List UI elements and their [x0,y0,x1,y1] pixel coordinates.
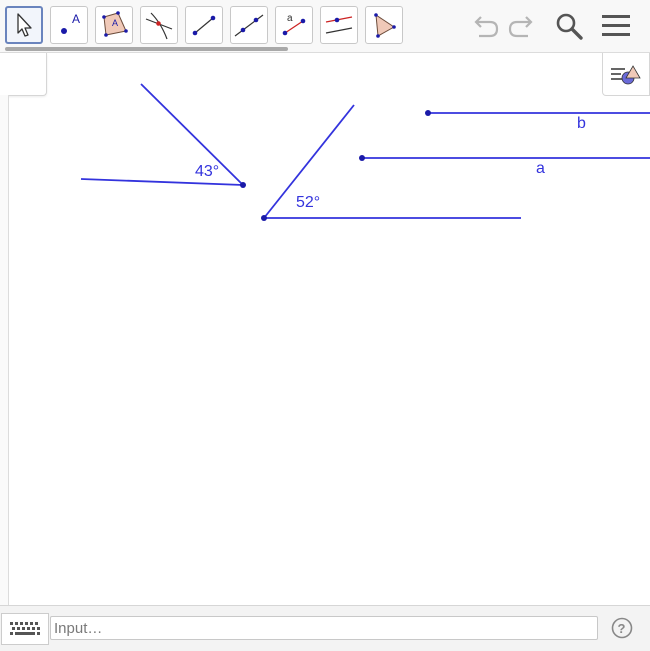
angle-43-label: 43° [195,163,219,180]
line-icon [234,14,264,37]
parallel-line-icon [325,16,353,34]
polygon-icon: A [102,11,128,37]
redo-button[interactable] [506,10,538,42]
menu-button[interactable] [600,10,632,42]
polygon-tool[interactable]: A [95,6,133,44]
segment-b-endpoint[interactable] [425,110,431,116]
graphics-view[interactable]: 43° 52° b a [0,53,650,605]
undo-icon [474,16,499,38]
angle-52-vertex[interactable] [261,215,267,221]
triangle-tool[interactable] [365,6,403,44]
menu-icon [602,15,630,36]
input-placeholder: Input… [54,620,103,637]
intersect-icon [145,12,173,40]
segment-label-icon-label: a [287,13,293,24]
point-icon-label: A [72,12,80,26]
angle-43-ray-1[interactable] [140,83,244,186]
toolbar-scrollbar[interactable] [5,47,288,51]
segment-icon [192,15,216,36]
help-glyph: ? [618,621,626,636]
triangle-icon [374,13,396,38]
line-tool[interactable] [230,6,268,44]
keyboard-button[interactable] [1,613,49,645]
polygon-icon-label: A [112,18,118,28]
style-bar-button[interactable] [602,53,650,96]
parallel-line-tool[interactable] [320,6,358,44]
toolbar: A A a [0,0,650,53]
point-icon: A [61,12,80,34]
help-button[interactable]: ? [611,617,633,639]
segment-a-label: a [536,160,545,177]
intersect-tool[interactable] [140,6,178,44]
keyboard-icon [10,622,40,635]
segment-label-icon: a [282,13,306,36]
segment-tool[interactable] [185,6,223,44]
segment-a-endpoint[interactable] [359,155,365,161]
angle-43-vertex[interactable] [240,182,246,188]
move-tool[interactable] [5,6,43,44]
style-bar-icon [611,65,641,85]
angle-52-label: 52° [296,194,320,211]
search-icon [556,13,583,40]
redo-icon [508,16,533,38]
search-button[interactable] [553,10,585,42]
input-bar: Input… ? [0,605,650,651]
input-field[interactable]: Input… [50,616,598,640]
point-tool[interactable]: A [50,6,88,44]
segment-label-tool[interactable]: a [275,6,313,44]
undo-button[interactable] [469,10,501,42]
arrow-cursor-icon [17,13,32,37]
help-icon: ? [611,617,633,639]
segment-b-label: b [577,115,586,132]
